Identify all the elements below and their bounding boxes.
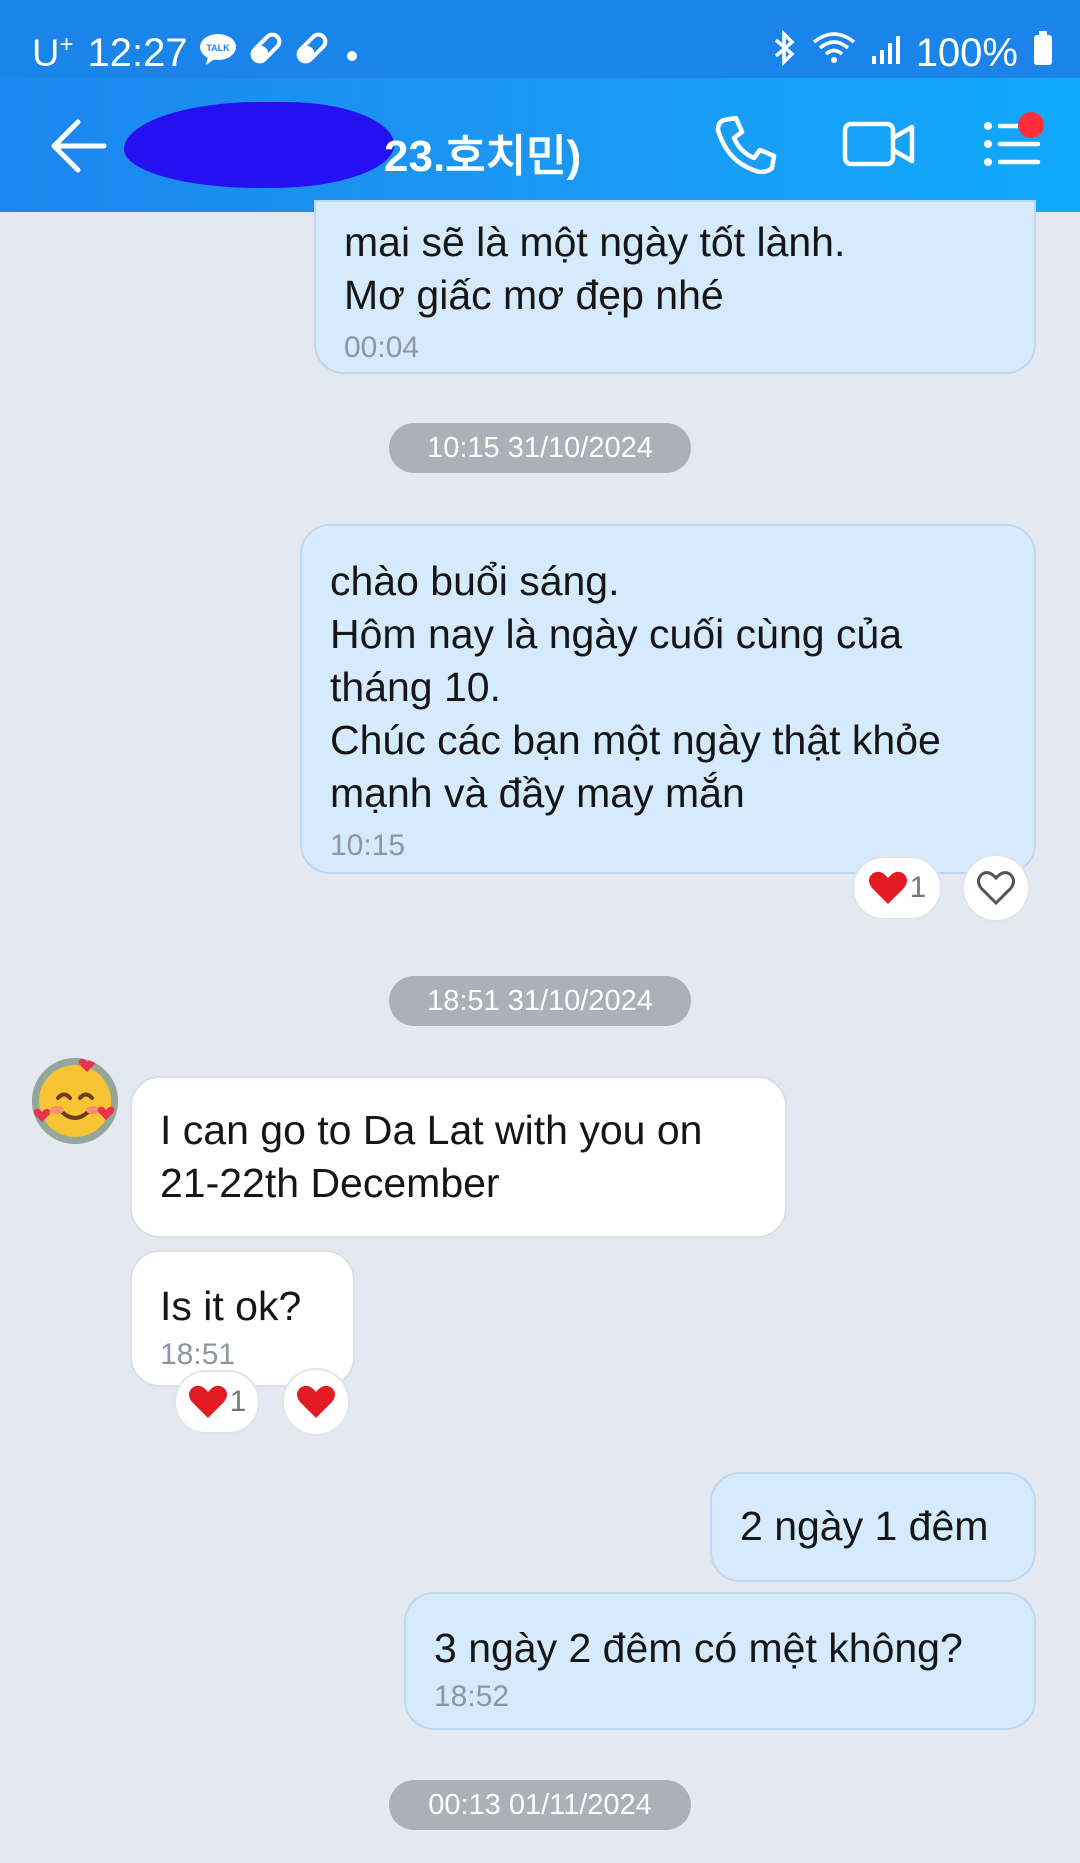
video-camera-icon	[842, 121, 915, 167]
menu-button[interactable]	[982, 112, 1046, 174]
call-button[interactable]	[712, 114, 778, 175]
status-bar: U+ 12:27 TALK 100%	[0, 0, 1080, 78]
battery-icon	[1032, 30, 1054, 76]
add-reaction-button[interactable]	[282, 1368, 350, 1436]
reaction-count: 1	[909, 871, 927, 904]
message-bubble-sent[interactable]: chào buổi sáng. Hôm nay là ngày cuối cùn…	[300, 524, 1036, 874]
message-time: 18:52	[434, 1680, 510, 1713]
redacted-name	[124, 102, 394, 188]
message-bubble-sent[interactable]: 2 ngày 1 đêm	[710, 1472, 1036, 1582]
battery-percent: 100%	[915, 30, 1018, 75]
date-separator: 10:15 31/10/2024	[389, 423, 691, 473]
pill-icon	[294, 30, 330, 76]
message-bubble-received[interactable]: Is it ok? 18:51	[130, 1250, 355, 1387]
message-time: 00:04	[344, 331, 420, 364]
heart-icon	[297, 1385, 335, 1418]
wifi-icon	[812, 30, 856, 76]
date-separator: 18:51 31/10/2024	[389, 976, 691, 1026]
dot-icon	[340, 31, 364, 76]
message-bubble-received[interactable]: I can go to Da Lat with you on 21-22th D…	[130, 1076, 787, 1238]
message-text: tháng 10.	[330, 664, 501, 710]
heart-icon	[868, 871, 907, 904]
chat-header: 23.호치민)	[0, 78, 1080, 212]
message-text: 21-22th December	[160, 1160, 500, 1206]
arrow-left-icon	[51, 119, 107, 173]
chat-title: 23.호치민)	[384, 132, 582, 181]
add-reaction-button[interactable]	[962, 854, 1030, 922]
phone-icon	[715, 115, 777, 175]
message-text: chào buổi sáng.	[330, 558, 620, 604]
pill-icon	[248, 30, 284, 76]
message-bubble-sent[interactable]: mai sẽ là một ngày tốt lành. Mơ giấc mơ …	[314, 200, 1036, 374]
reaction-count: 1	[229, 1385, 247, 1418]
message-text: 3 ngày 2 đêm có mệt không?	[434, 1625, 963, 1671]
message-bubble-sent[interactable]: 3 ngày 2 đêm có mệt không? 18:52	[404, 1592, 1036, 1730]
carrier-label: U+	[32, 30, 74, 75]
message-text: mạnh và đầy may mắn	[330, 770, 745, 816]
video-call-button[interactable]	[842, 114, 916, 174]
message-time: 18:51	[160, 1338, 236, 1371]
message-text: mai sẽ là một ngày tốt lành.	[344, 219, 846, 265]
back-button[interactable]	[48, 118, 108, 174]
heart-icon	[188, 1385, 227, 1418]
svg-text:TALK: TALK	[206, 43, 230, 53]
notification-dot	[1018, 112, 1044, 138]
talk-icon: TALK	[198, 31, 238, 76]
heart-outline-icon	[977, 871, 1015, 906]
message-text: Is it ok?	[160, 1283, 302, 1329]
message-text: Mơ giấc mơ đẹp nhé	[344, 272, 724, 318]
avatar[interactable]	[32, 1058, 118, 1144]
message-text: I can go to Da Lat with you on	[160, 1107, 703, 1153]
message-text: Hôm nay là ngày cuối cùng của	[330, 611, 903, 657]
smiling-face-with-hearts-icon	[32, 1058, 118, 1144]
date-separator: 00:13 01/11/2024	[389, 1780, 691, 1830]
bluetooth-icon	[772, 29, 798, 76]
message-text: 2 ngày 1 đêm	[740, 1503, 989, 1549]
message-text: Chúc các bạn một ngày thật khỏe	[330, 717, 941, 763]
reaction-count-badge[interactable]: 1	[852, 856, 942, 920]
clock: 12:27	[87, 30, 188, 75]
reaction-count-badge[interactable]: 1	[174, 1370, 260, 1434]
signal-icon	[870, 31, 902, 76]
